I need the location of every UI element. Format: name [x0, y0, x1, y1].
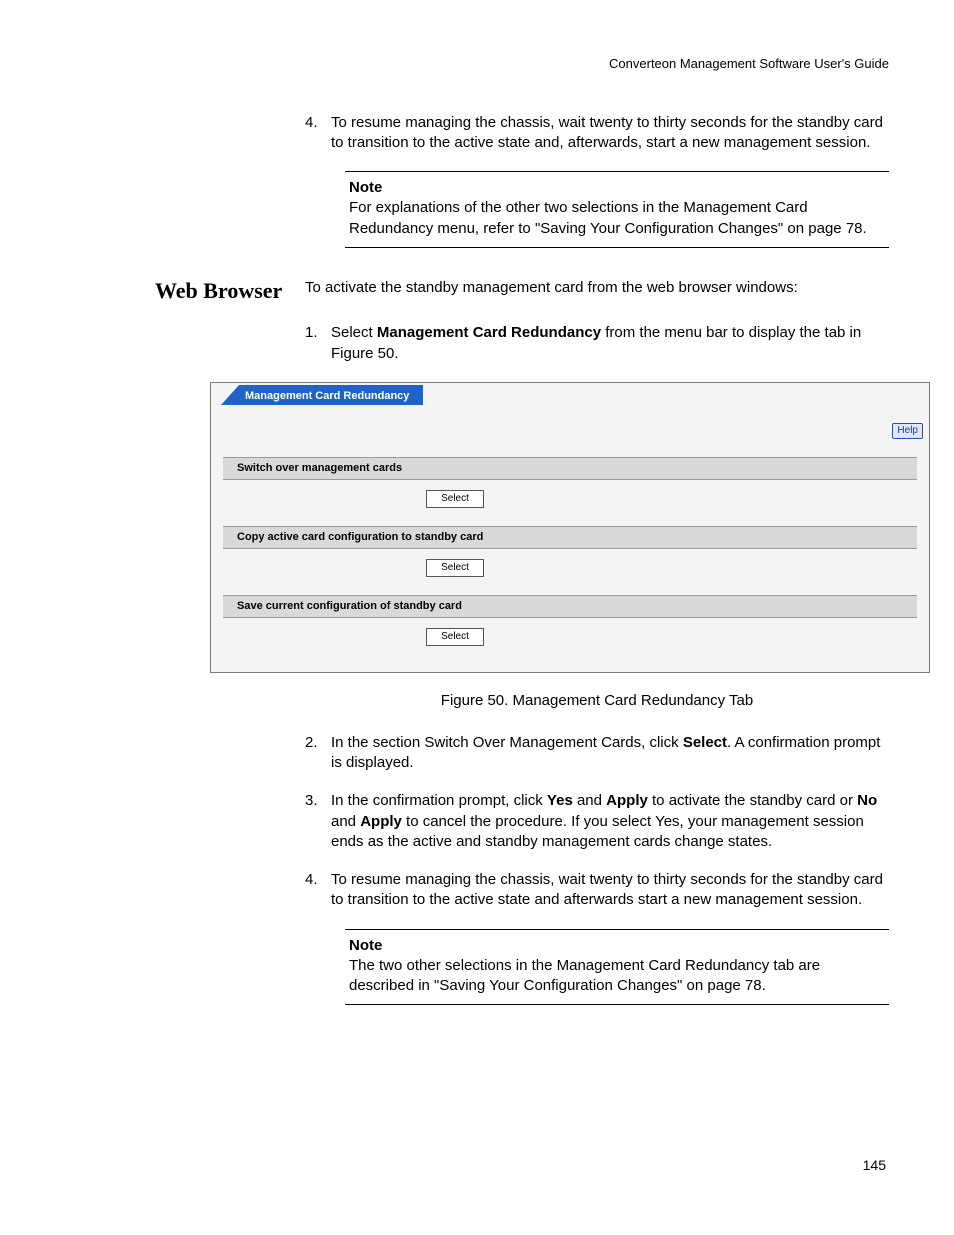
list-item: 3. In the confirmation prompt, click Yes…	[305, 791, 889, 852]
text-bold: Apply	[606, 792, 648, 809]
ui-tab-row: Management Card Redundancy	[211, 383, 929, 405]
ui-section-body: Select	[223, 549, 917, 595]
ui-section-body: Select	[223, 480, 917, 526]
list-text: To resume managing the chassis, wait twe…	[331, 113, 889, 154]
list-number: 4.	[305, 870, 331, 911]
tab-management-card-redundancy[interactable]: Management Card Redundancy	[221, 385, 423, 407]
list-text: To resume managing the chassis, wait twe…	[331, 870, 889, 911]
ui-section-header: Save current configuration of standby ca…	[223, 595, 917, 618]
list-text: In the section Switch Over Management Ca…	[331, 733, 889, 774]
list-number: 1.	[305, 323, 331, 364]
list-text: In the confirmation prompt, click Yes an…	[331, 791, 889, 852]
ui-toolbar: Help	[211, 405, 929, 449]
section-heading: Web Browser	[65, 276, 305, 306]
text-run: Select	[331, 324, 377, 341]
list-number: 2.	[305, 733, 331, 774]
list-number: 4.	[305, 113, 331, 154]
select-button-switch-over[interactable]: Select	[426, 490, 484, 508]
list-text: Select Management Card Redundancy from t…	[331, 323, 889, 364]
help-button[interactable]: Help	[892, 423, 923, 439]
note-text: For explanations of the other two select…	[349, 198, 885, 239]
page-number: 145	[863, 1156, 886, 1175]
text-bold: No	[857, 792, 877, 809]
note-title: Note	[349, 178, 885, 198]
note-box: Note For explanations of the other two s…	[345, 171, 889, 248]
list-number: 3.	[305, 791, 331, 852]
section-intro: To activate the standby management card …	[305, 276, 889, 306]
ui-section-header: Switch over management cards	[223, 457, 917, 480]
text-bold: Management Card Redundancy	[377, 324, 601, 341]
text-bold: Yes	[547, 792, 573, 809]
list-item: 4. To resume managing the chassis, wait …	[305, 870, 889, 911]
figure: Management Card Redundancy Help Switch o…	[210, 382, 930, 673]
text-bold: Select	[683, 734, 727, 751]
text-run: In the section Switch Over Management Ca…	[331, 734, 683, 751]
ui-window: Management Card Redundancy Help Switch o…	[210, 382, 930, 673]
text-run: In the confirmation prompt, click	[331, 792, 547, 809]
list-item: 1. Select Management Card Redundancy fro…	[305, 323, 889, 364]
list-item: 4. To resume managing the chassis, wait …	[305, 113, 889, 154]
document-header: Converteon Management Software User's Gu…	[65, 55, 889, 73]
ui-section-header: Copy active card configuration to standb…	[223, 526, 917, 549]
select-button-copy-config[interactable]: Select	[426, 559, 484, 577]
select-button-save-config[interactable]: Select	[426, 628, 484, 646]
text-run: to cancel the procedure. If you select Y…	[331, 813, 864, 850]
note-box: Note The two other selections in the Man…	[345, 929, 889, 1006]
tab-corner-decoration	[221, 385, 239, 405]
list-item: 2. In the section Switch Over Management…	[305, 733, 889, 774]
text-bold: Apply	[360, 813, 402, 830]
text-run: and	[331, 813, 360, 830]
figure-caption: Figure 50. Management Card Redundancy Ta…	[305, 691, 889, 711]
text-run: to activate the standby card or	[648, 792, 857, 809]
text-run: and	[573, 792, 606, 809]
note-text: The two other selections in the Manageme…	[349, 956, 885, 997]
note-title: Note	[349, 936, 885, 956]
ui-section-body: Select	[223, 618, 917, 664]
